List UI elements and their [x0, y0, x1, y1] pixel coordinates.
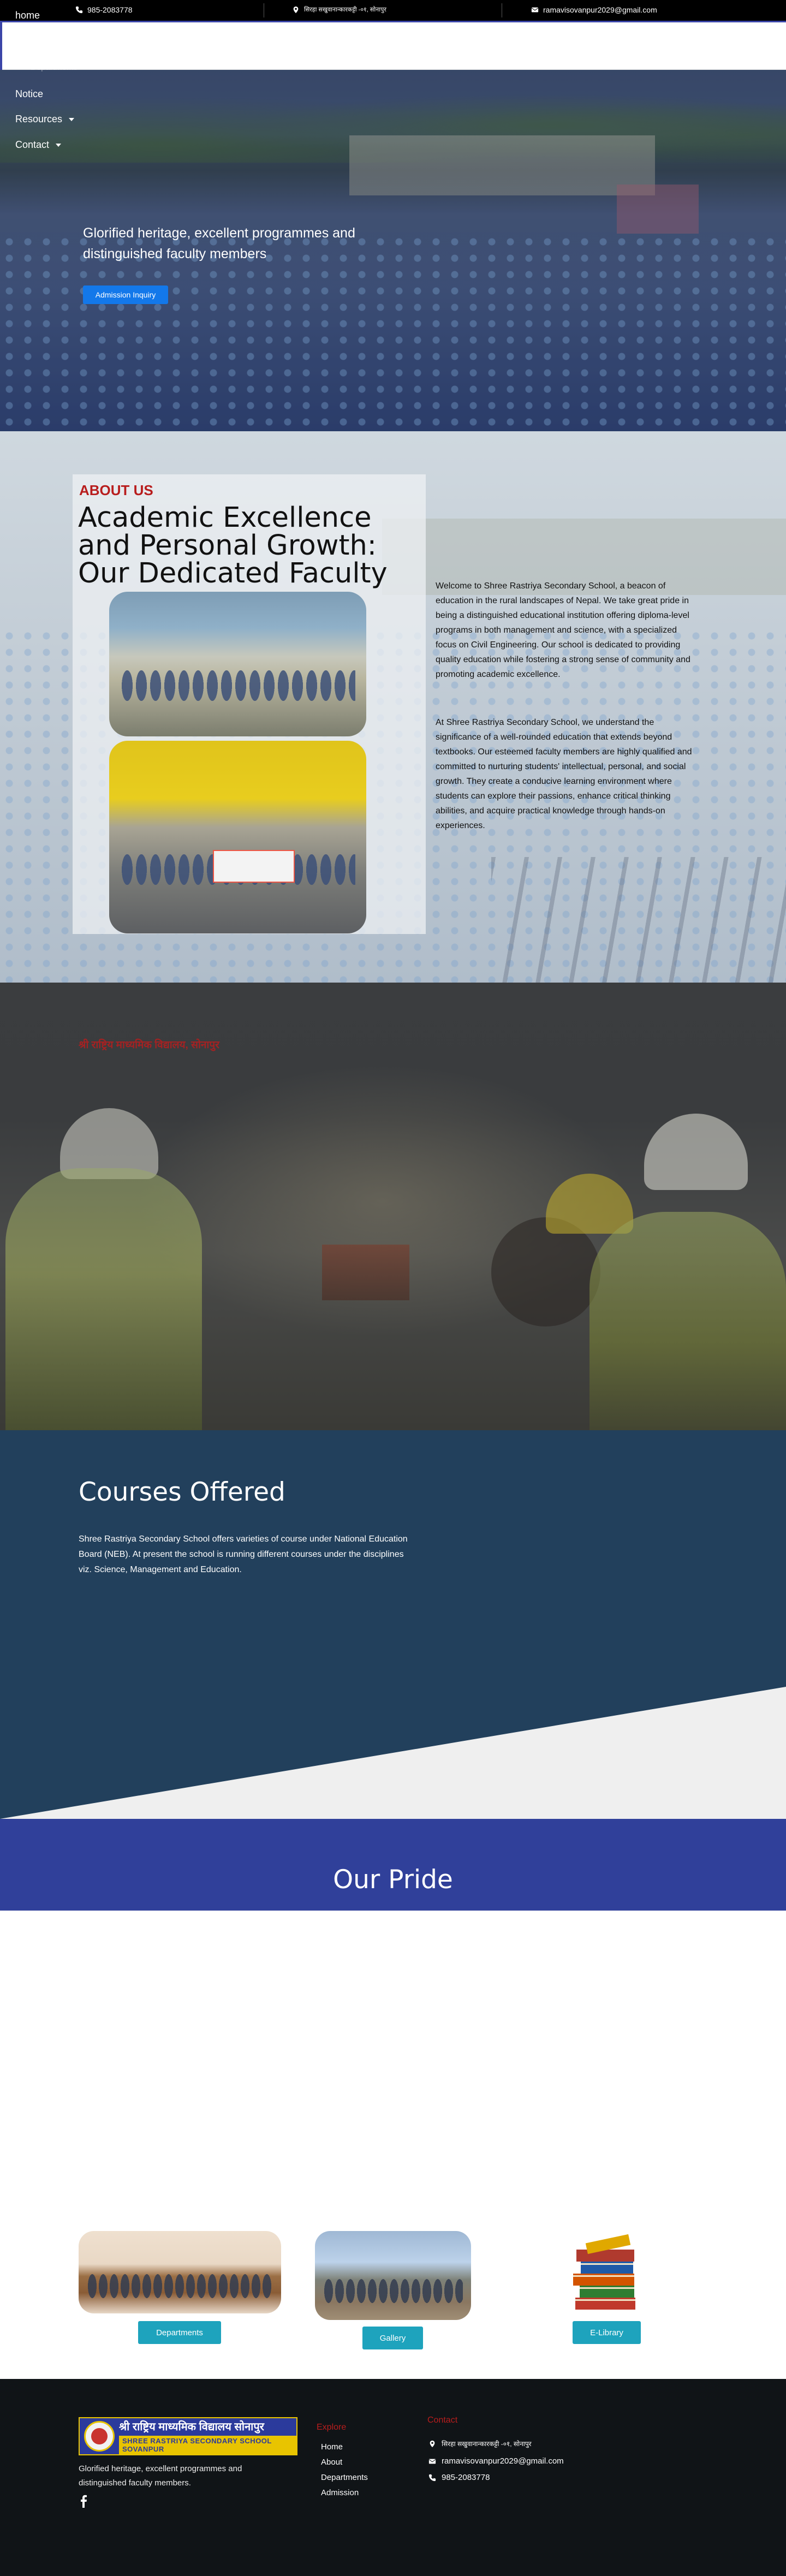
- courses-section: Courses Offered Shree Rastriya Secondary…: [0, 1430, 786, 1819]
- header-accent-left: [0, 21, 2, 70]
- nav-home-label: home: [15, 10, 40, 21]
- nav-notice-label: Notice: [15, 88, 44, 99]
- courses-title: Courses Offered: [79, 1477, 285, 1507]
- faculty-photo-banner: [109, 741, 366, 933]
- chevron-down-icon: [56, 143, 62, 147]
- eng-marquee-text: श्री राष्ट्रिय माध्यमिक विद्यालय, सोनापु…: [79, 1039, 219, 1051]
- eng-survey-tripod: [322, 1245, 409, 1430]
- about-section: ABOUT US Academic Excellence and Persona…: [0, 431, 786, 983]
- pride-title: Our Pride: [333, 1865, 453, 1895]
- departments-image[interactable]: [79, 2231, 281, 2313]
- pride-section: Our Pride: [0, 1819, 786, 1911]
- nav-notice[interactable]: Notice: [15, 88, 43, 100]
- footer-logo[interactable]: श्री राष्ट्रिय माध्यमिक विद्यालय सोनापुर…: [79, 2417, 297, 2455]
- footer-phone-text: 985-2083778: [442, 2473, 490, 2482]
- footer-explore-heading: Explore: [317, 2423, 347, 2432]
- footer-link-about[interactable]: About: [321, 2458, 368, 2467]
- about-paragraph-2: At Shree Rastriya Secondary School, we u…: [436, 718, 692, 830]
- footer-contact-heading: Contact: [427, 2416, 458, 2425]
- envelope-icon: [428, 2459, 436, 2464]
- location-pin-icon: [430, 2440, 435, 2447]
- nav-resources[interactable]: Resources: [15, 114, 75, 125]
- books-stack-icon[interactable]: [564, 2231, 646, 2314]
- eng-worker-center: [491, 1217, 600, 1326]
- phone-icon: [428, 2474, 436, 2481]
- image-people: [87, 2266, 273, 2306]
- about-eyebrow: ABOUT US: [79, 482, 153, 498]
- logo-text: श्री राष्ट्रिय माध्यमिक विद्यालय सोनापुर…: [119, 2419, 296, 2454]
- footer-email[interactable]: ramavisovanpur2029@gmail.com: [428, 2456, 564, 2466]
- about-card: ABOUT US Academic Excellence and Persona…: [73, 474, 426, 934]
- main-nav: home About us Departments Notice Resourc…: [15, 0, 786, 164]
- nav-resources-label: Resources: [15, 114, 63, 124]
- footer-email-text: ramavisovanpur2029@gmail.com: [442, 2456, 564, 2466]
- nav-faded-about[interactable]: About us: [31, 37, 63, 46]
- hero-tagline: Glorified heritage, excellent programmes…: [83, 225, 355, 261]
- nav-contact-label: Contact: [15, 139, 50, 150]
- image-people: [323, 2269, 463, 2312]
- site-footer: श्री राष्ट्रिय माध्यमिक विद्यालय सोनापुर…: [0, 2379, 786, 2576]
- footer-address: सिरहा सखुवानान्कारकट्टी -०१, सोनापुर: [428, 2439, 532, 2448]
- logo-english: SHREE RASTRIYA SECONDARY SCHOOL SOVANPUR: [119, 2435, 296, 2454]
- quick-links-section: Departments Gallery E-Library: [0, 1911, 786, 2379]
- footer-link-home[interactable]: Home: [321, 2442, 368, 2452]
- gallery-image[interactable]: [315, 2231, 471, 2320]
- e-library-button[interactable]: E-Library: [573, 2321, 641, 2344]
- footer-tagline: Glorified heritage, excellent programmes…: [79, 2464, 242, 2488]
- eng-worker-left: [5, 1168, 202, 1430]
- nav-home[interactable]: home: [15, 10, 40, 21]
- footer-link-admission[interactable]: Admission: [321, 2488, 368, 2497]
- facebook-icon[interactable]: [80, 2495, 87, 2508]
- faculty-photo-outdoor: [109, 592, 366, 736]
- courses-text: Shree Rastriya Secondary School offers v…: [79, 1534, 408, 1574]
- eng-helmet-right: [644, 1114, 748, 1190]
- photo-people: [120, 646, 355, 725]
- departments-button[interactable]: Departments: [138, 2321, 221, 2344]
- nav-contact[interactable]: Contact: [15, 139, 62, 151]
- nav-faded-departments[interactable]: Departments: [31, 63, 78, 72]
- footer-link-departments[interactable]: Departments: [321, 2473, 368, 2482]
- photo-banner: [213, 850, 295, 883]
- about-title: Academic Excellence and Personal Growth:…: [78, 502, 388, 590]
- school-seal-icon: [84, 2421, 115, 2452]
- logo-devanagari: श्री राष्ट्रिय माध्यमिक विद्यालय सोनापुर: [119, 2420, 264, 2433]
- admission-inquiry-button[interactable]: Admission Inquiry: [83, 285, 168, 304]
- gallery-button[interactable]: Gallery: [362, 2327, 423, 2349]
- engineering-section: श्री राष्ट्रिय माध्यमिक विद्यालय, सोनापु…: [0, 983, 786, 1430]
- eng-worker-right: [590, 1212, 786, 1430]
- about-bg-railing: [491, 857, 786, 983]
- chevron-down-icon: [69, 117, 75, 121]
- footer-explore-list: Home About Departments Admission: [321, 2442, 368, 2503]
- footer-address-text: सिरहा सखुवानान्कारकट्टी -०१, सोनापुर: [442, 2440, 532, 2448]
- footer-phone[interactable]: 985-2083778: [428, 2473, 490, 2482]
- about-paragraph-1: Welcome to Shree Rastriya Secondary Scho…: [436, 581, 690, 679]
